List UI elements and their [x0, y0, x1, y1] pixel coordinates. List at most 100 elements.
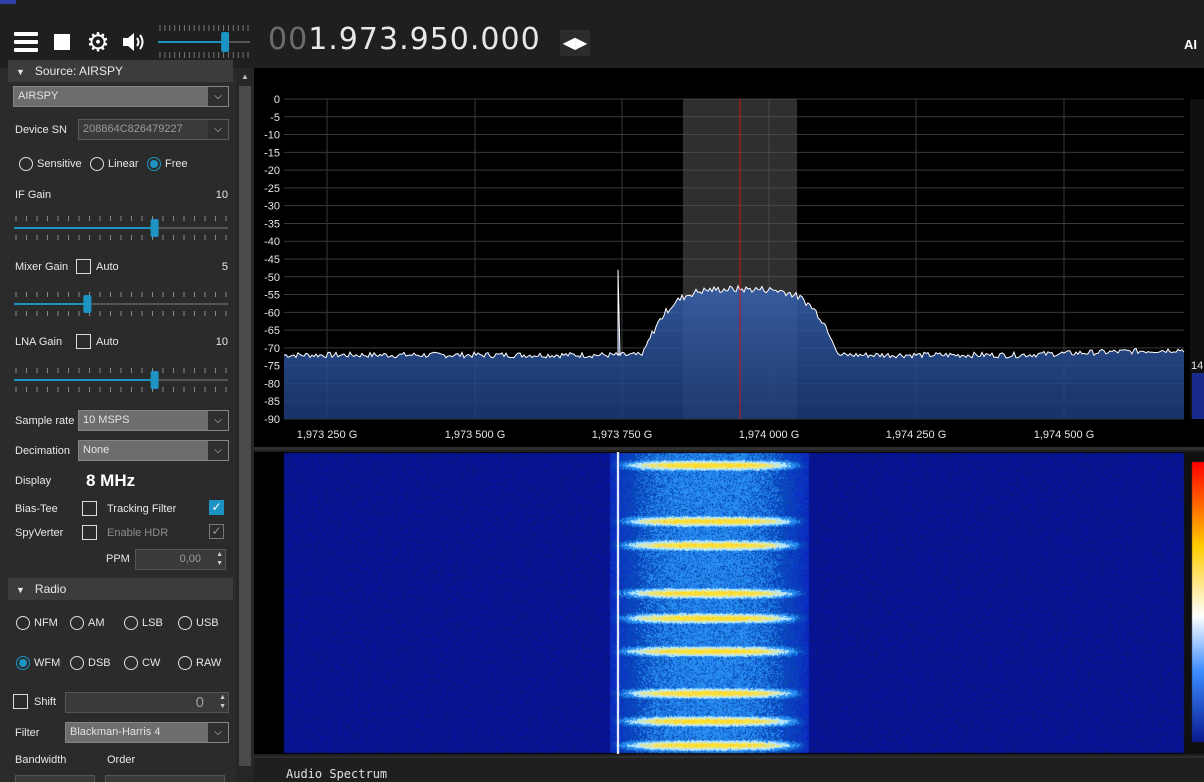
mode-label: RAW — [196, 657, 222, 669]
shift-spinbox[interactable]: 0 ▲ ▼ — [65, 692, 229, 713]
meter-label: 14 — [1191, 360, 1203, 372]
y-tick-label: -75 — [264, 361, 280, 373]
chevron-down-icon: ⌵ — [208, 441, 228, 460]
order-label: Order — [107, 754, 136, 766]
auto-label: Auto — [96, 336, 119, 348]
gear-icon[interactable]: ⚙ — [84, 28, 112, 56]
y-tick-label: -65 — [264, 325, 280, 337]
x-tick-label: 1,973 250 G — [297, 429, 358, 441]
y-tick-label: -30 — [264, 201, 280, 213]
device-sn-label: Device SN — [15, 124, 67, 136]
mode-label: USB — [196, 617, 219, 629]
y-tick-label: -50 — [264, 272, 280, 284]
enable-hdr-label: Enable HDR — [107, 527, 169, 539]
collapse-icon: ▼ — [16, 67, 25, 77]
level-meter — [1192, 373, 1204, 419]
radio-linear[interactable] — [90, 157, 104, 171]
ppm-spinbox[interactable]: 0,00 ▲ ▼ — [135, 549, 226, 570]
mixer-auto-checkbox[interactable] — [76, 259, 91, 274]
mode-label: LSB — [142, 617, 163, 629]
y-tick-label: -5 — [270, 112, 280, 124]
spin-arrows-icon: ▲ ▼ — [219, 694, 226, 710]
audio-spectrum-header[interactable]: Audio Spectrum — [254, 756, 1204, 782]
y-tick-label: -45 — [264, 254, 280, 266]
scroll-up-icon[interactable]: ▲ — [241, 72, 249, 81]
decimation-label: Decimation — [15, 445, 71, 457]
if-gain-slider[interactable] — [14, 214, 228, 242]
mode-am-radio[interactable] — [70, 616, 84, 630]
mixer-gain-value: 5 — [221, 261, 228, 273]
window-corner-tab — [0, 0, 16, 4]
spectrum-display[interactable]: 0 -5 -10 -15 -20 -25 -30 -35 -40 -45 -50 -55 -60 -65 -… — [254, 68, 1204, 450]
chevron-down-icon: ⌵ — [208, 723, 228, 742]
radio-sensitive[interactable] — [19, 157, 33, 171]
sample-rate-label: Sample rate — [15, 415, 75, 427]
x-tick-label: 1,974 000 G — [739, 429, 800, 441]
if-gain-label: IF Gain — [15, 189, 52, 201]
mode-nfm-radio[interactable] — [16, 616, 30, 630]
swap-arrows-icon[interactable]: ◀▶ — [560, 30, 590, 56]
brand-logo: AI — [1184, 37, 1197, 52]
mode-label: DSB — [88, 657, 111, 669]
order-spinbox[interactable] — [105, 775, 225, 782]
bandwidth-spinbox[interactable] — [15, 775, 95, 782]
mixer-gain-slider[interactable] — [14, 290, 228, 318]
mode-usb-radio[interactable] — [178, 616, 192, 630]
shift-checkbox[interactable] — [13, 694, 28, 709]
y-tick-label: -10 — [264, 130, 280, 142]
left-panel: ▼ Source: AIRSPY AIRSPY ⌵ Device SN 208864… — [0, 60, 254, 782]
y-tick-label: -40 — [264, 236, 280, 248]
device-select[interactable]: AIRSPY ⌵ — [13, 86, 229, 107]
y-tick-label: -70 — [264, 343, 280, 355]
mode-label: NFM — [34, 617, 58, 629]
y-tick-label: 0 — [274, 94, 280, 106]
y-tick-label: -80 — [264, 378, 280, 390]
frequency-display[interactable]: 001.973.950.000 — [268, 22, 541, 57]
y-tick-label: -90 — [264, 414, 280, 426]
filter-label: Filter — [15, 727, 40, 739]
bias-tee-checkbox[interactable] — [82, 501, 97, 516]
y-tick-label: -15 — [264, 147, 280, 159]
collapse-icon: ▼ — [16, 585, 25, 595]
waterfall-display[interactable] — [254, 452, 1204, 754]
mode-cw-radio[interactable] — [124, 656, 138, 670]
left-panel-scrollbar[interactable]: ▲ — [236, 68, 254, 782]
x-tick-label: 1,973 500 G — [445, 429, 506, 441]
mode-dsb-radio[interactable] — [70, 656, 84, 670]
display-bandwidth-value: 8 MHz — [86, 471, 136, 490]
radio-label: Sensitive — [37, 158, 82, 170]
menu-icon[interactable] — [12, 28, 40, 56]
lna-gain-slider[interactable] — [14, 366, 228, 394]
scrollbar-thumb[interactable] — [239, 86, 251, 766]
y-tick-label: -35 — [264, 218, 280, 230]
mode-label: CW — [142, 657, 161, 669]
bias-tee-label: Bias-Tee — [15, 503, 58, 515]
sample-rate-select[interactable]: 10 MSPS ⌵ — [78, 410, 229, 431]
tracking-filter-checkbox[interactable]: ✓ — [209, 500, 224, 515]
chevron-down-icon: ⌵ — [208, 120, 228, 139]
mixer-gain-label: Mixer Gain — [15, 261, 69, 273]
radio-section-header[interactable]: ▼ Radio — [8, 578, 233, 600]
spin-arrows-icon: ▲ ▼ — [216, 551, 223, 567]
speaker-icon[interactable] — [120, 28, 148, 56]
enable-hdr-checkbox[interactable]: ✓ — [209, 524, 224, 539]
source-section-header[interactable]: ▼ Source: AIRSPY — [8, 60, 233, 82]
mode-wfm-radio[interactable] — [16, 656, 30, 670]
decimation-select[interactable]: None ⌵ — [78, 440, 229, 461]
y-tick-label: -60 — [264, 307, 280, 319]
radio-free[interactable] — [147, 157, 161, 171]
x-tick-label: 1,974 500 G — [1034, 429, 1095, 441]
toolbar: ⚙ 001.973.950.000 ◀▶ AI — [0, 0, 1204, 68]
ppm-label: PPM — [106, 553, 130, 565]
spyverter-checkbox[interactable] — [82, 525, 97, 540]
mode-lsb-radio[interactable] — [124, 616, 138, 630]
audio-spectrum-label: Audio Spectrum — [286, 767, 388, 781]
chevron-down-icon: ⌵ — [208, 411, 228, 430]
device-sn-select[interactable]: 208864C826479227 ⌵ — [78, 119, 229, 140]
filter-select[interactable]: Blackman-Harris 4 ⌵ — [65, 722, 229, 743]
mode-raw-radio[interactable] — [178, 656, 192, 670]
if-gain-value: 10 — [215, 189, 228, 201]
volume-slider[interactable] — [158, 22, 250, 62]
lna-auto-checkbox[interactable] — [76, 334, 91, 349]
stop-icon[interactable] — [48, 28, 76, 56]
